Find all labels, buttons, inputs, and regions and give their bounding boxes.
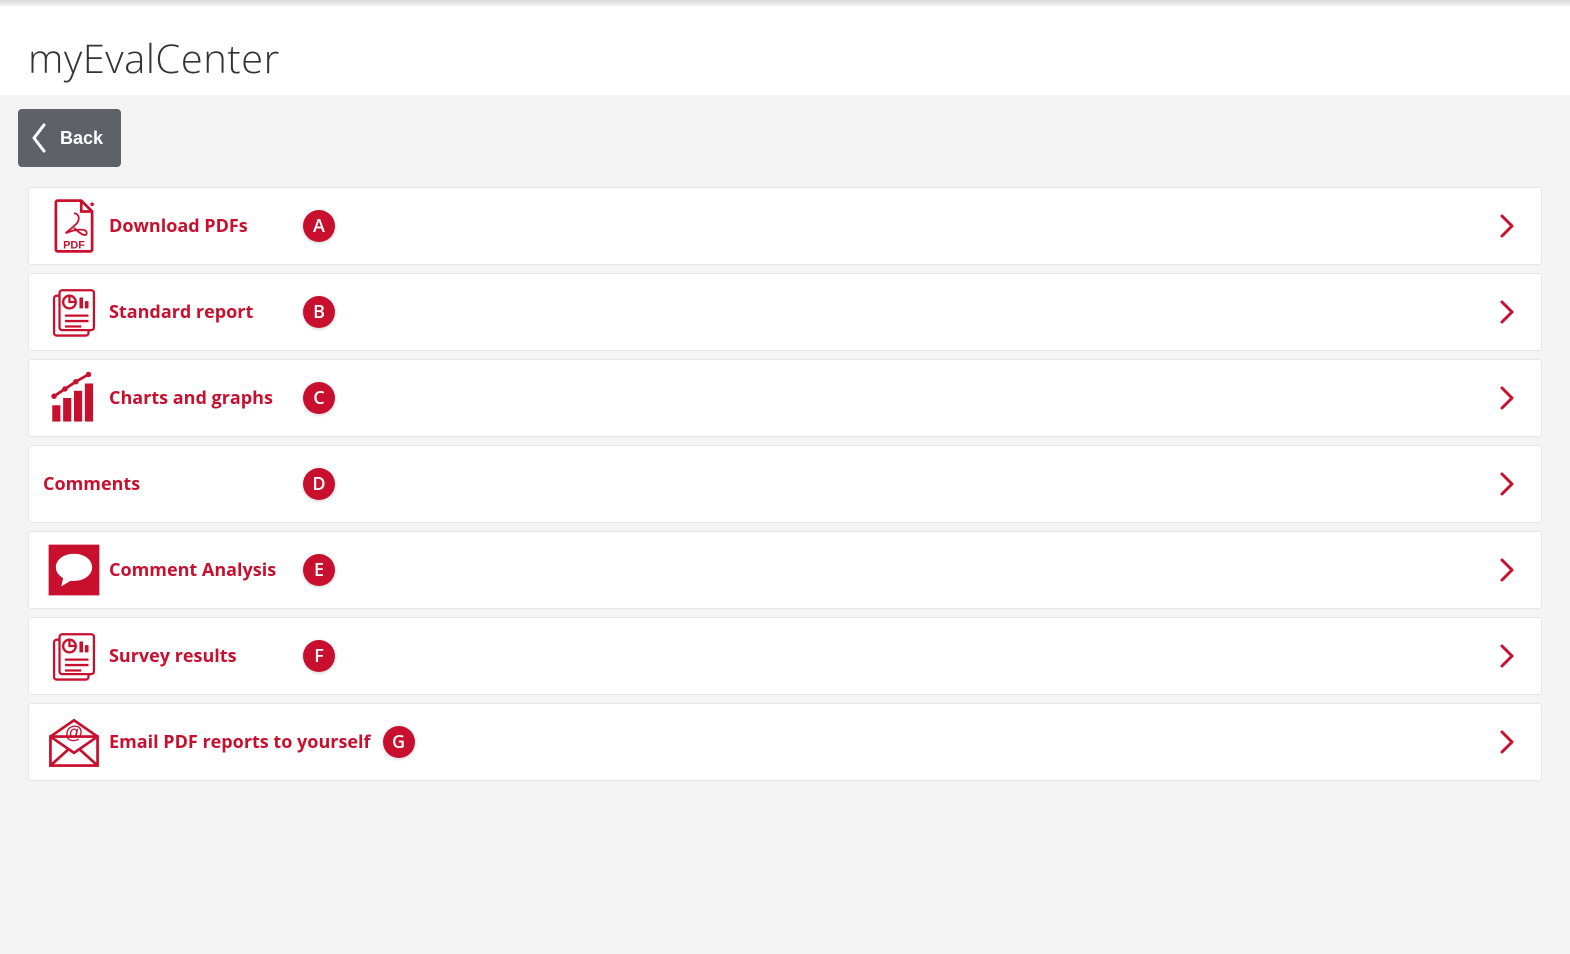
title-bar: myEvalCenter xyxy=(0,6,1570,95)
badge-b: B xyxy=(303,296,335,328)
menu-item-label: Email PDF reports to yourself xyxy=(109,730,371,754)
menu-item-email-pdf[interactable]: @ Email PDF reports to yourself G xyxy=(28,703,1542,781)
back-button-label: Back xyxy=(60,128,103,149)
page-title: myEvalCenter xyxy=(28,30,1542,85)
badge-a: A xyxy=(303,210,335,242)
menu-item-download-pdfs[interactable]: PDF Download PDFs A xyxy=(28,187,1542,265)
menu-item-comments[interactable]: Comments D xyxy=(28,445,1542,523)
chevron-right-icon xyxy=(1493,212,1521,240)
menu-item-label: Standard report xyxy=(109,300,253,324)
menu-item-comment-analysis[interactable]: Comment Analysis E xyxy=(28,531,1542,609)
back-button[interactable]: Back xyxy=(18,109,121,167)
menu-item-standard-report[interactable]: Standard report B xyxy=(28,273,1542,351)
menu-item-label: Comments xyxy=(43,472,140,496)
pdf-icon: PDF xyxy=(43,197,105,255)
chart-icon xyxy=(43,369,105,427)
menu-item-label: Comment Analysis xyxy=(109,558,276,582)
menu-list: PDF Download PDFs A Standard report B Char… xyxy=(10,181,1560,781)
menu-item-survey-results[interactable]: Survey results F xyxy=(28,617,1542,695)
chevron-right-icon xyxy=(1493,728,1521,756)
svg-text:PDF: PDF xyxy=(63,240,85,252)
report-icon xyxy=(43,283,105,341)
speech-icon xyxy=(43,541,105,599)
menu-item-charts-graphs[interactable]: Charts and graphs C xyxy=(28,359,1542,437)
menu-item-label: Download PDFs xyxy=(109,214,248,238)
svg-text:@: @ xyxy=(65,722,83,742)
menu-item-label: Survey results xyxy=(109,644,237,668)
chevron-right-icon xyxy=(1493,470,1521,498)
badge-c: C xyxy=(303,382,335,414)
badge-f: F xyxy=(303,640,335,672)
email-icon: @ xyxy=(43,713,105,771)
back-row: Back xyxy=(10,95,1560,181)
badge-d: D xyxy=(303,468,335,500)
report-icon xyxy=(43,627,105,685)
chevron-right-icon xyxy=(1493,642,1521,670)
chevron-right-icon xyxy=(1493,556,1521,584)
badge-g: G xyxy=(383,726,415,758)
badge-e: E xyxy=(303,554,335,586)
menu-item-label: Charts and graphs xyxy=(109,386,273,410)
chevron-right-icon xyxy=(1493,384,1521,412)
chevron-right-icon xyxy=(1493,298,1521,326)
chevron-left-icon xyxy=(28,121,50,155)
